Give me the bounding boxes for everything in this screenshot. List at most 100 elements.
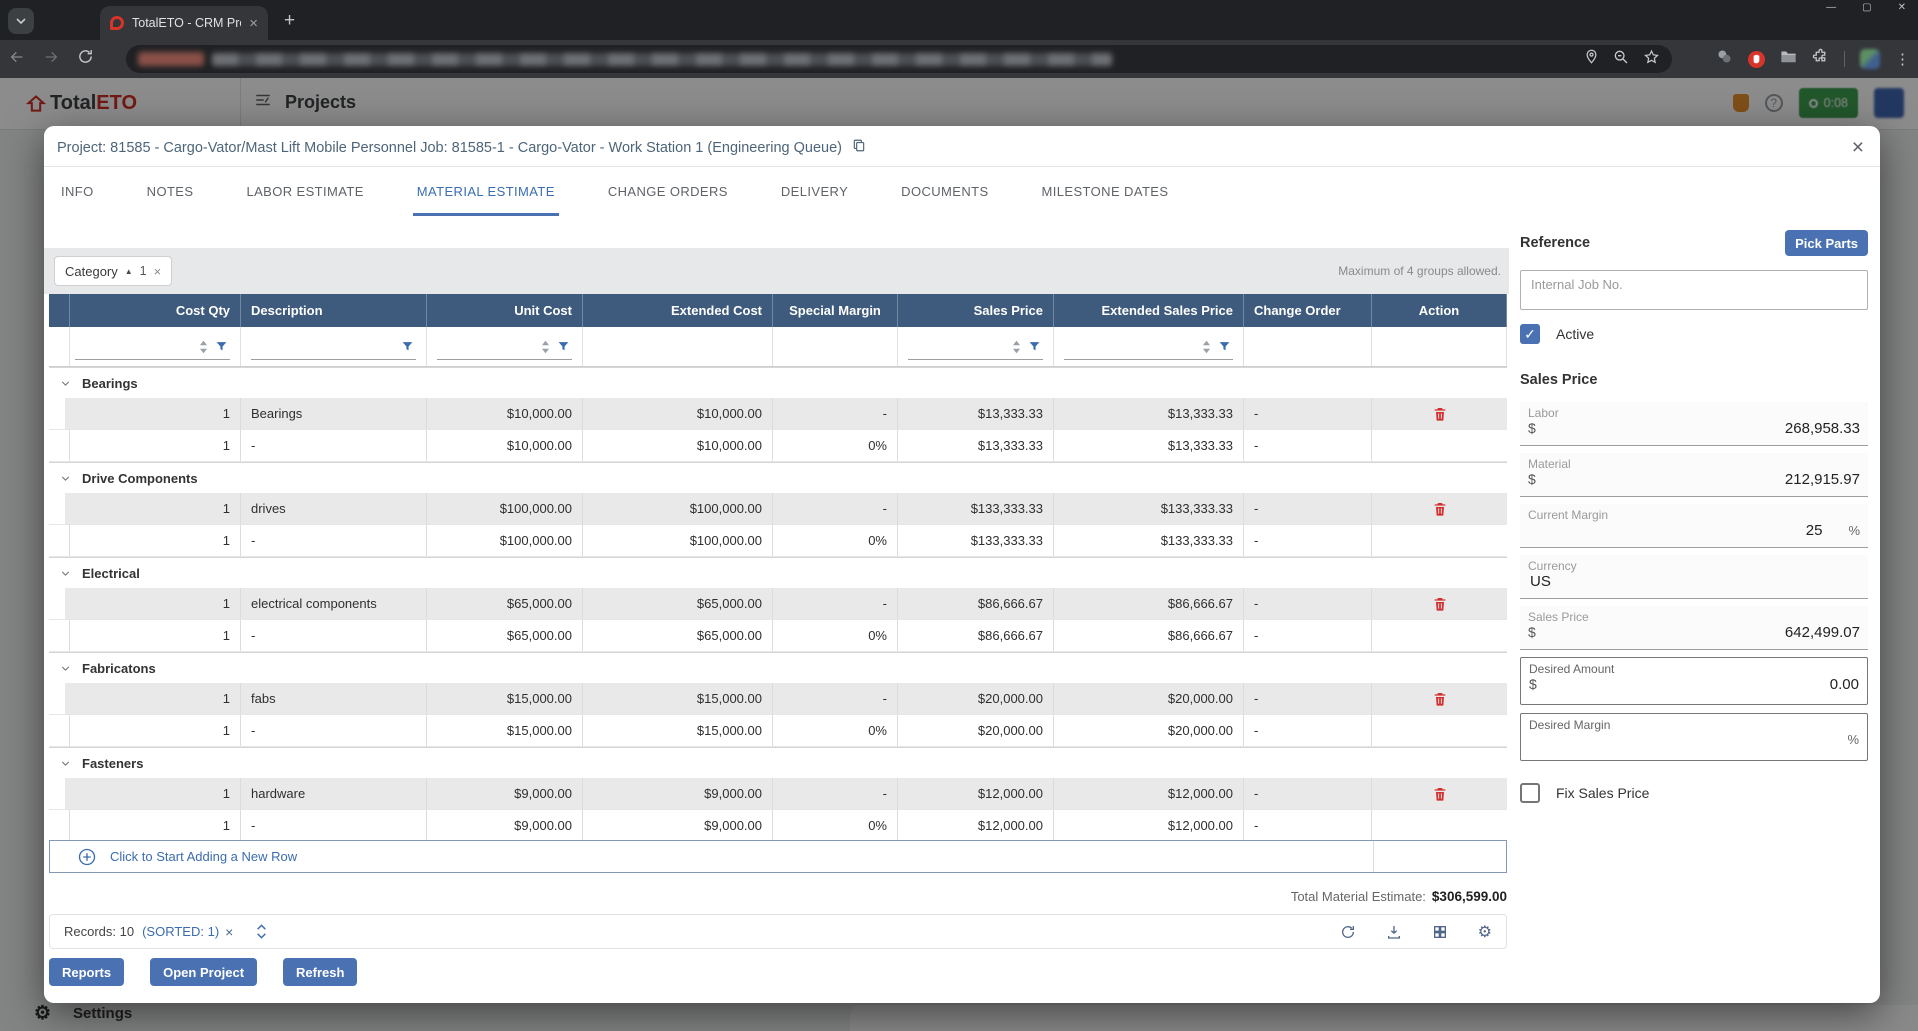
reports-button[interactable]: Reports — [49, 958, 124, 986]
column-header-special-margin[interactable]: Special Margin — [773, 294, 898, 327]
download-icon[interactable] — [1386, 924, 1402, 940]
table-footer-bar: Records: 10 (SORTED: 1) × ⚙ — [49, 914, 1507, 949]
tab-labor-estimate[interactable]: LABOR ESTIMATE — [242, 172, 367, 216]
clear-sort-icon[interactable]: × — [225, 924, 233, 940]
column-header-sales-price[interactable]: Sales Price — [898, 294, 1054, 327]
table-row[interactable]: 1 Bearings $10,000.00 $10,000.00 - $13,3… — [49, 398, 1507, 430]
column-header-description[interactable]: Description — [241, 294, 427, 327]
field-labor[interactable]: Labor $ 268,958.33 — [1520, 402, 1868, 446]
fix-sales-price-checkbox[interactable] — [1520, 783, 1540, 803]
open-project-button[interactable]: Open Project — [150, 958, 257, 986]
group-header-electrical[interactable]: Electrical — [49, 557, 1507, 588]
tab-info[interactable]: INFO — [57, 172, 98, 216]
group-header-fabricatons[interactable]: Fabricatons — [49, 652, 1507, 683]
remove-group-icon[interactable]: × — [154, 264, 162, 279]
field-desired-amount[interactable]: Desired Amount $ 0.00 — [1520, 657, 1868, 705]
refresh-button[interactable]: Refresh — [283, 958, 357, 986]
delete-row-icon[interactable] — [1432, 406, 1448, 422]
column-header-extended-cost[interactable]: Extended Cost — [583, 294, 773, 327]
table-row[interactable]: 1 - $65,000.00 $65,000.00 0% $86,666.67 … — [49, 620, 1507, 652]
internal-job-no-input[interactable]: Internal Job No. — [1520, 270, 1868, 310]
adblock-hand-icon[interactable] — [1748, 51, 1765, 68]
field-material[interactable]: Material $ 212,915.97 — [1520, 453, 1868, 497]
tab-notes[interactable]: NOTES — [143, 172, 198, 216]
extension-generic-icon[interactable] — [1716, 48, 1733, 70]
extensions-puzzle-icon[interactable] — [1812, 48, 1829, 70]
window-close-button[interactable]: ✕ — [1898, 2, 1906, 13]
group-header-drive-components[interactable]: Drive Components — [49, 462, 1507, 493]
table-row[interactable]: 1 electrical components $65,000.00 $65,0… — [49, 588, 1507, 620]
field-sales-price[interactable]: Sales Price $ 642,499.07 — [1520, 606, 1868, 650]
column-header-unit-cost[interactable]: Unit Cost — [427, 294, 583, 327]
column-header-cost-qty[interactable]: Cost Qty — [65, 294, 241, 327]
columns-grid-icon[interactable] — [1432, 924, 1448, 940]
chevron-down-icon[interactable] — [59, 757, 72, 770]
add-new-row[interactable]: Click to Start Adding a New Row — [49, 840, 1507, 873]
cell-action — [1372, 525, 1507, 556]
active-checkbox[interactable]: ✓ — [1520, 324, 1540, 344]
browser-tab[interactable]: TotalETO - CRM Projects × — [100, 6, 268, 40]
window-minimize-button[interactable]: — — [1826, 2, 1836, 13]
filter-unit-cost[interactable] — [427, 327, 583, 366]
copy-icon[interactable] — [852, 138, 866, 157]
tab-milestone-dates[interactable]: MILESTONE DATES — [1038, 172, 1173, 216]
sort-asc-icon[interactable]: ▲ — [125, 267, 133, 276]
forward-icon[interactable] — [34, 49, 68, 70]
delete-row-icon[interactable] — [1432, 501, 1448, 517]
group-chip-category[interactable]: Category ▲ 1 × — [54, 256, 172, 286]
filter-description[interactable] — [241, 327, 427, 366]
filter-sales-price[interactable] — [898, 327, 1054, 366]
column-header-change-order[interactable]: Change Order — [1244, 294, 1372, 327]
group-header-bearings[interactable]: Bearings — [49, 367, 1507, 398]
sort-order-icon[interactable] — [255, 923, 268, 940]
chevron-down-icon[interactable] — [59, 662, 72, 675]
table-row[interactable]: 1 - $15,000.00 $15,000.00 0% $20,000.00 … — [49, 715, 1507, 747]
field-desired-margin[interactable]: Desired Margin % — [1520, 713, 1868, 761]
cell-special-margin: 0% — [773, 715, 898, 746]
grid-settings-gear-icon[interactable]: ⚙ — [1478, 922, 1492, 942]
back-icon[interactable] — [0, 49, 34, 70]
table-row[interactable]: 1 - $100,000.00 $100,000.00 0% $133,333.… — [49, 525, 1507, 557]
tab-change-orders[interactable]: CHANGE ORDERS — [604, 172, 732, 216]
profile-avatar[interactable] — [1860, 49, 1880, 69]
project-title-link[interactable]: Project: 81585 - Cargo-Vator/Mast Lift M… — [57, 140, 842, 156]
google-folder-icon[interactable] — [1780, 49, 1797, 69]
delete-row-icon[interactable] — [1432, 596, 1448, 612]
tab-delivery[interactable]: DELIVERY — [777, 172, 852, 216]
refresh-grid-icon[interactable] — [1340, 924, 1356, 940]
table-row[interactable]: 1 - $9,000.00 $9,000.00 0% $12,000.00 $1… — [49, 810, 1507, 842]
filter-cost-qty[interactable] — [65, 327, 241, 366]
address-bar[interactable] — [126, 45, 1672, 73]
column-header-extended-sales-price[interactable]: Extended Sales Price — [1054, 294, 1244, 327]
cell-unit-cost: $10,000.00 — [427, 430, 583, 461]
cell-extended-sales-price: $20,000.00 — [1054, 715, 1244, 746]
chevron-down-icon[interactable] — [59, 567, 72, 580]
tab-documents[interactable]: DOCUMENTS — [897, 172, 992, 216]
field-current-margin[interactable]: Current Margin 25 % — [1520, 504, 1868, 548]
tab-close-icon[interactable]: × — [249, 16, 258, 31]
location-pin-icon[interactable] — [1584, 48, 1599, 70]
field-currency[interactable]: Currency US — [1520, 555, 1868, 599]
tab-material-estimate[interactable]: MATERIAL ESTIMATE — [413, 172, 559, 216]
group-header-fasteners[interactable]: Fasteners — [49, 747, 1507, 778]
table-row[interactable]: 1 drives $100,000.00 $100,000.00 - $133,… — [49, 493, 1507, 525]
table-row[interactable]: 1 - $10,000.00 $10,000.00 0% $13,333.33 … — [49, 430, 1507, 462]
zoom-icon[interactable] — [1613, 49, 1629, 70]
modal-close-icon[interactable]: × — [1852, 136, 1864, 160]
browser-menu-icon[interactable]: ⋮ — [1895, 50, 1910, 68]
bookmark-star-icon[interactable] — [1643, 49, 1660, 70]
chevron-down-icon[interactable] — [59, 472, 72, 485]
filter-extended-sales-price[interactable] — [1054, 327, 1244, 366]
new-tab-button[interactable]: + — [284, 10, 295, 32]
tab-search-chevron-icon[interactable] — [8, 8, 34, 34]
pick-parts-button[interactable]: Pick Parts — [1785, 230, 1868, 256]
totaleto-favicon-icon — [110, 16, 124, 30]
delete-row-icon[interactable] — [1432, 786, 1448, 802]
reload-icon[interactable] — [68, 48, 102, 70]
chevron-down-icon[interactable] — [59, 377, 72, 390]
field-value: 268,958.33 — [1785, 420, 1860, 437]
table-row[interactable]: 1 hardware $9,000.00 $9,000.00 - $12,000… — [49, 778, 1507, 810]
window-maximize-button[interactable]: ▢ — [1862, 2, 1871, 13]
table-row[interactable]: 1 fabs $15,000.00 $15,000.00 - $20,000.0… — [49, 683, 1507, 715]
delete-row-icon[interactable] — [1432, 691, 1448, 707]
